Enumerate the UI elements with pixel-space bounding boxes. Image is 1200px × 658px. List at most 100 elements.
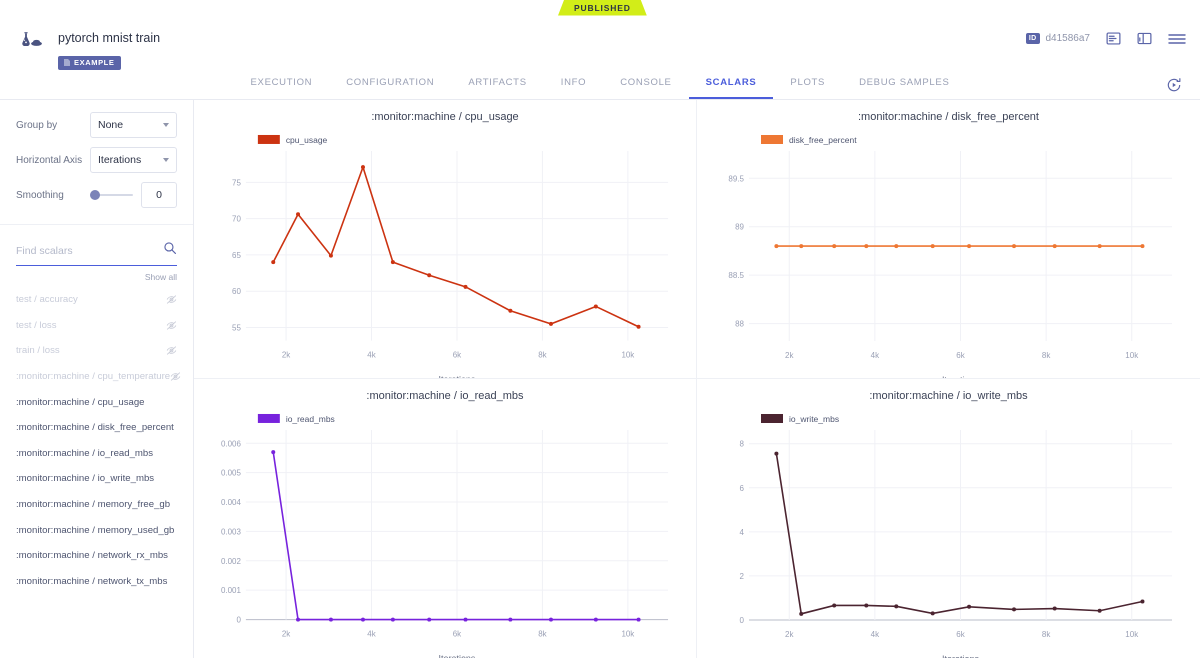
group-by-select[interactable]: None (90, 112, 177, 138)
svg-text:cpu_usage: cpu_usage (286, 135, 328, 145)
svg-text:disk_free_percent: disk_free_percent (789, 135, 857, 145)
svg-text:0.005: 0.005 (221, 469, 242, 478)
svg-text:2: 2 (740, 572, 745, 581)
svg-text:10k: 10k (621, 351, 634, 360)
published-ribbon-bar: PUBLISHED (0, 0, 1200, 13)
svg-text:60: 60 (232, 287, 241, 296)
horizontal-axis-select[interactable]: Iterations (90, 147, 177, 173)
svg-text:0: 0 (236, 616, 241, 625)
status-badge-label: EXAMPLE (74, 58, 115, 67)
scalar-item-label: :monitor:machine / memory_used_gb (16, 524, 175, 536)
scalar-list-item[interactable]: :monitor:machine / disk_free_percent (0, 415, 193, 441)
scalar-item-label: :monitor:machine / network_rx_mbs (16, 550, 168, 562)
chart-plot[interactable]: 0 0.001 0.002 0.003 0.004 0.005 0.006 2k 4k 6k 8k 1… (194, 402, 696, 658)
scalar-item-label: :monitor:machine / io_write_mbs (16, 473, 155, 485)
smoothing-row: Smoothing (16, 182, 177, 208)
group-by-row: Group by None (16, 112, 177, 138)
eye-off-icon[interactable] (166, 320, 177, 331)
tab-console[interactable]: CONSOLE (603, 77, 688, 99)
scalar-item-label: :monitor:machine / cpu_usage (16, 396, 145, 408)
scalar-list-item[interactable]: test / accuracy (0, 287, 193, 313)
tab-artifacts[interactable]: ARTIFACTS (451, 77, 543, 99)
scalar-list-item[interactable]: :monitor:machine / memory_used_gb (0, 517, 193, 543)
svg-text:2k: 2k (785, 351, 794, 360)
hamburger-menu-icon[interactable] (1168, 32, 1186, 46)
svg-text:io_read_mbs: io_read_mbs (286, 414, 335, 424)
svg-text:0.006: 0.006 (221, 439, 242, 448)
sidebar-controls: Group by None Horizontal Axis Iterations… (0, 100, 193, 225)
search-row (16, 241, 177, 266)
svg-text:6k: 6k (453, 630, 461, 639)
page-header: pytorch mnist train EXAMPLE ID d41586a7 (0, 13, 1200, 71)
scalar-list-item[interactable]: :monitor:machine / network_rx_mbs (0, 543, 193, 569)
svg-text:0: 0 (740, 616, 745, 625)
scalar-item-label: test / accuracy (16, 294, 78, 306)
search-input[interactable] (16, 244, 146, 257)
eye-off-icon[interactable] (166, 345, 177, 356)
tab-info[interactable]: INFO (544, 77, 604, 99)
tab-debug-samples[interactable]: DEBUG SAMPLES (842, 77, 966, 99)
scalar-list-item[interactable]: :monitor:machine / memory_free_gb (0, 492, 193, 518)
smoothing-input[interactable] (141, 182, 177, 208)
scalar-list-item[interactable]: :monitor:machine / network_tx_mbs (0, 569, 193, 595)
scalar-item-label: test / loss (16, 319, 57, 331)
scalar-item-label: :monitor:machine / network_tx_mbs (16, 575, 168, 587)
status-badge: EXAMPLE (58, 55, 122, 70)
chart-title: :monitor:machine / disk_free_percent (858, 111, 1039, 123)
group-by-label: Group by (16, 119, 58, 131)
scalar-list-item[interactable]: :monitor:machine / cpu_temperature (0, 364, 193, 390)
chevron-down-icon (163, 158, 169, 162)
scalar-list-item[interactable]: train / loss (0, 338, 193, 364)
svg-text:2k: 2k (282, 351, 290, 360)
compare-view-icon[interactable] (1137, 31, 1152, 46)
chart-plot[interactable]: 55606570752k4k6k8k10kcpu_usageIterations (194, 123, 696, 379)
svg-text:10k: 10k (621, 630, 634, 639)
tab-execution[interactable]: EXECUTION (234, 77, 330, 99)
chart-plot[interactable]: 88 88.5 89 89.5 2k 4k 6k 8k 10k disk_free_percent… (697, 123, 1200, 379)
auto-refresh-icon[interactable] (1166, 77, 1182, 93)
chart-cell[interactable]: :monitor:machine / io_read_mbs 0 0.001 0.00… (194, 379, 697, 658)
svg-text:Iterations: Iterations (942, 654, 980, 658)
svg-text:0.001: 0.001 (221, 586, 242, 595)
title-block: pytorch mnist train EXAMPLE (58, 17, 1186, 71)
slider-knob[interactable] (90, 190, 100, 200)
scalar-list-item[interactable]: :monitor:machine / cpu_usage (0, 389, 193, 415)
scalar-list-item[interactable]: :monitor:machine / io_read_mbs (0, 441, 193, 467)
eye-off-icon[interactable] (170, 371, 181, 382)
eye-off-icon[interactable] (166, 294, 177, 305)
svg-text:8k: 8k (1042, 351, 1051, 360)
chart-plot[interactable]: 0 2 4 6 8 2k 4k 6k 8k 10k io_write_mbs Iterations (697, 402, 1200, 658)
horizontal-axis-label: Horizontal Axis (16, 154, 83, 166)
scalar-search-block: Show all (0, 225, 193, 282)
charts-grid: :monitor:machine / cpu_usage 55 60 65 70 75 2k… (194, 100, 1200, 658)
svg-text:io_write_mbs: io_write_mbs (789, 414, 839, 424)
svg-text:88.5: 88.5 (728, 271, 744, 280)
tab-configuration[interactable]: CONFIGURATION (329, 77, 451, 99)
svg-text:0.003: 0.003 (221, 527, 242, 536)
svg-text:4k: 4k (367, 630, 375, 639)
show-all-link[interactable]: Show all (16, 266, 177, 282)
chart-cell[interactable]: :monitor:machine / disk_free_percent 88 88… (697, 100, 1200, 379)
log-view-icon[interactable] (1106, 31, 1121, 46)
tab-plots[interactable]: PLOTS (773, 77, 842, 99)
page-title: pytorch mnist train (58, 31, 161, 45)
chart-cell[interactable]: :monitor:machine / io_write_mbs 0 2 4 6 8 2k 4k… (697, 379, 1200, 658)
scalar-list-item[interactable]: test / loss (0, 313, 193, 339)
search-icon[interactable] (163, 241, 177, 260)
chart-title: :monitor:machine / io_read_mbs (366, 390, 524, 402)
tabs: EXECUTION CONFIGURATION ARTIFACTS INFO C… (234, 77, 967, 99)
header-actions: ID d41586a7 (1025, 31, 1186, 46)
chevron-down-icon (163, 123, 169, 127)
experiment-id: ID d41586a7 (1025, 33, 1090, 44)
chart-cell[interactable]: :monitor:machine / cpu_usage 55 60 65 70 75 2k… (194, 100, 697, 379)
svg-text:65: 65 (232, 251, 241, 260)
smoothing-slider[interactable] (90, 188, 133, 202)
chart-title: :monitor:machine / cpu_usage (371, 111, 519, 123)
svg-text:Iterations: Iterations (439, 653, 476, 658)
scalar-item-label: train / loss (16, 345, 60, 357)
tab-scalars[interactable]: SCALARS (688, 77, 774, 99)
scalar-list-item[interactable]: :monitor:machine / io_write_mbs (0, 466, 193, 492)
tab-bar: EXECUTION CONFIGURATION ARTIFACTS INFO C… (0, 69, 1200, 100)
scalar-list: test / accuracy test / loss train / loss :m… (0, 282, 193, 658)
svg-text:88: 88 (735, 320, 744, 329)
